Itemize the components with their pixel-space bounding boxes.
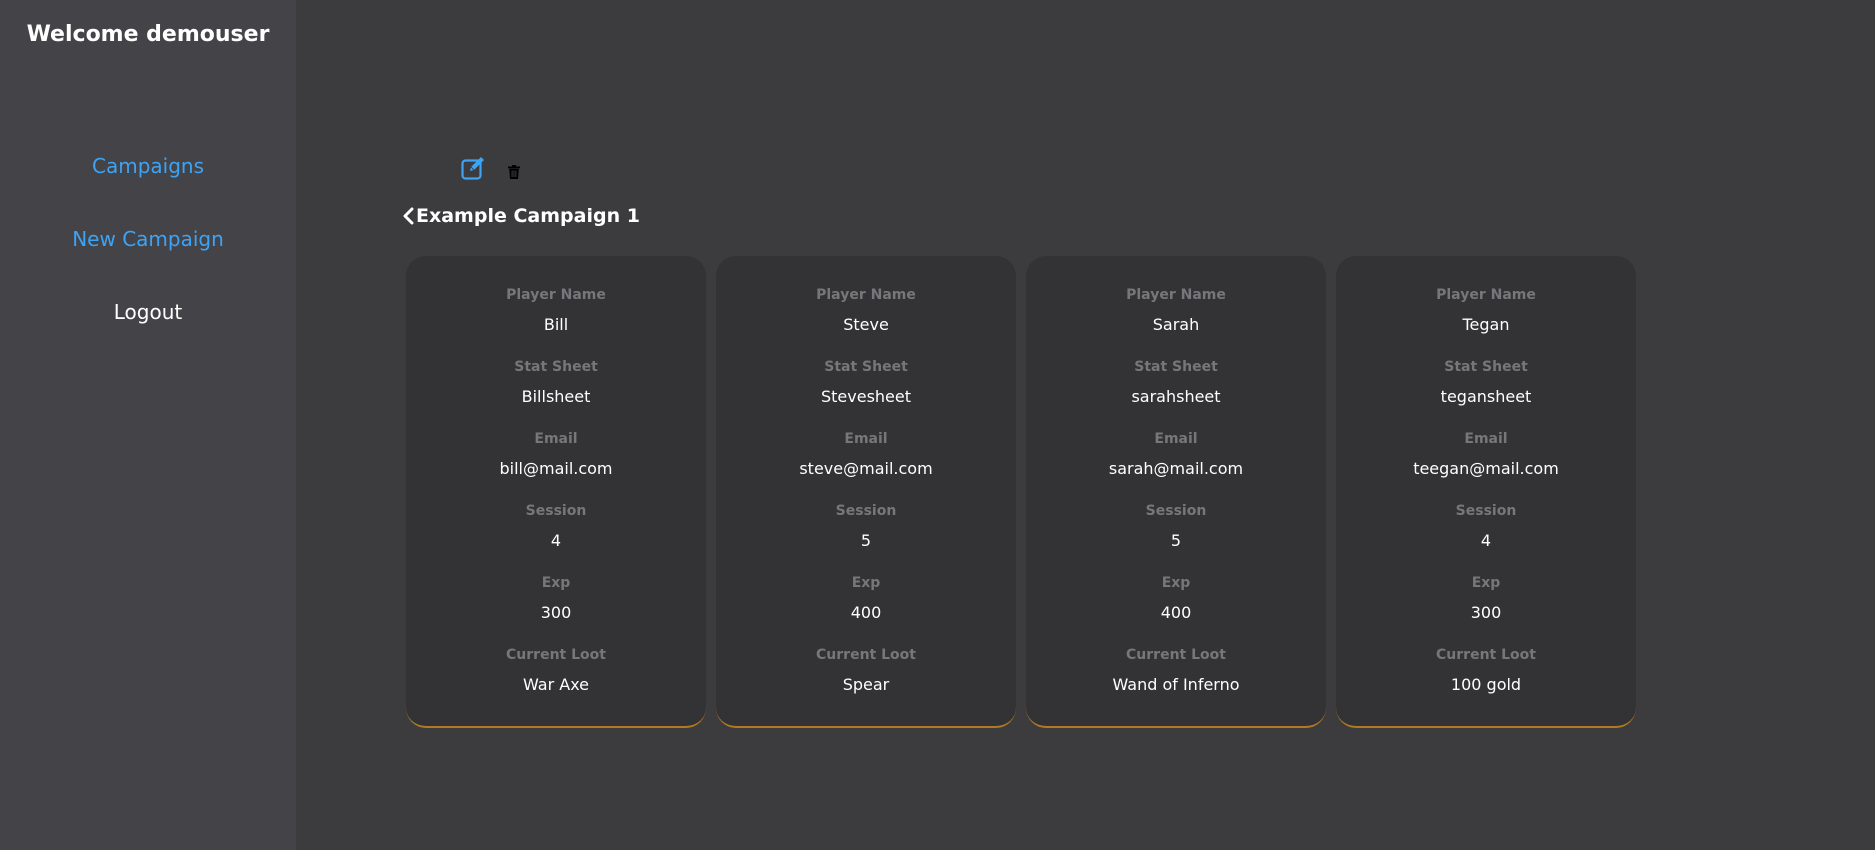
current-loot-value: Wand of Inferno	[1112, 675, 1240, 694]
current-loot-value: Spear	[842, 675, 890, 694]
player-card: Player Name Steve Stat Sheet Stevesheet …	[716, 256, 1016, 728]
session-value: 4	[550, 531, 562, 550]
nav-new-campaign-link[interactable]: New Campaign	[0, 227, 296, 251]
player-card: Player Name Bill Stat Sheet Billsheet Em…	[406, 256, 706, 728]
back-to-campaign-link[interactable]: Example Campaign 1	[402, 205, 640, 227]
player-name-value: Tegan	[1462, 315, 1510, 334]
nav-campaigns-link[interactable]: Campaigns	[0, 154, 296, 178]
email-value: teegan@mail.com	[1413, 459, 1559, 478]
edit-icon[interactable]	[461, 156, 487, 184]
player-name-value: Sarah	[1152, 315, 1200, 334]
session-value: 4	[1480, 531, 1492, 550]
current-loot-value: War Axe	[522, 675, 590, 694]
exp-value: 400	[850, 603, 882, 622]
campaign-title: Example Campaign 1	[416, 205, 640, 227]
email-value: sarah@mail.com	[1108, 459, 1244, 478]
exp-value: 300	[540, 603, 572, 622]
player-card: Player Name Sarah Stat Sheet sarahsheet …	[1026, 256, 1326, 728]
player-card: Player Name Tegan Stat Sheet tegansheet …	[1336, 256, 1636, 728]
current-loot-value: 100 gold	[1450, 675, 1522, 694]
chevron-left-icon	[403, 207, 414, 225]
session-value: 5	[860, 531, 872, 550]
player-name-value: Bill	[543, 315, 569, 334]
email-value: steve@mail.com	[799, 459, 933, 478]
exp-value: 400	[1160, 603, 1192, 622]
player-name-value: Steve	[843, 315, 889, 334]
exp-value: 300	[1470, 603, 1502, 622]
player-cards: Player Name Bill Stat Sheet Billsheet Em…	[406, 256, 1636, 728]
session-value: 5	[1170, 531, 1182, 550]
sidebar: Welcome demouser Campaigns New Campaign …	[0, 0, 296, 850]
stat-sheet-value: Stevesheet	[820, 387, 912, 406]
email-value: bill@mail.com	[499, 459, 613, 478]
welcome-heading: Welcome demouser	[26, 22, 270, 47]
stat-sheet-value: Billsheet	[521, 387, 591, 406]
nav-logout-link[interactable]: Logout	[0, 300, 296, 324]
stat-sheet-value: sarahsheet	[1131, 387, 1221, 406]
stat-sheet-value: tegansheet	[1440, 387, 1532, 406]
trash-icon[interactable]	[508, 164, 520, 183]
